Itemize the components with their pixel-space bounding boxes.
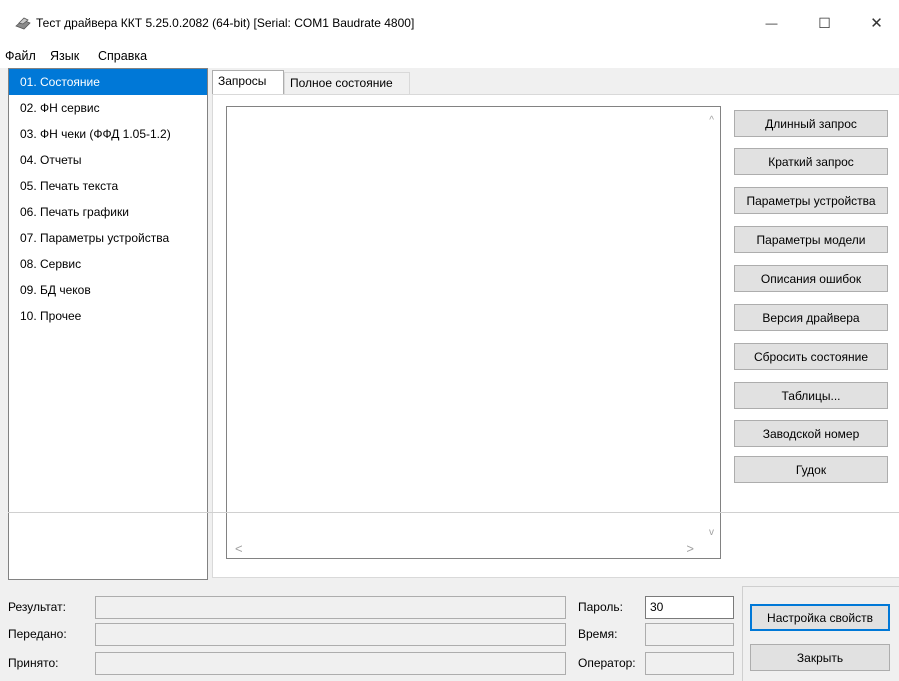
tables-label: Таблицы... [781,388,841,403]
result-label: Результат: [8,600,66,614]
model-params-label: Параметры модели [756,232,866,247]
long-request-label: Длинный запрос [765,116,857,131]
maximize-button[interactable]: ☐ [802,0,847,46]
sidebar-item-fn-receipts[interactable]: 03. ФН чеки (ФФД 1.05-1.2) [9,121,207,147]
reset-state-button[interactable]: Сбросить состояние [734,343,888,370]
window-title: Тест драйвера ККТ 5.25.0.2082 (64-bit) [… [36,16,415,30]
serial-number-label: Заводской номер [762,426,860,441]
sidebar-item-receipts-db[interactable]: 09. БД чеков [9,277,207,303]
application-icon[interactable] [15,17,32,30]
menu-help[interactable]: Справка [98,49,147,63]
error-descriptions-button[interactable]: Описания ошибок [734,265,888,292]
short-request-button[interactable]: Краткий запрос [734,148,888,175]
operator-label: Оператор: [578,656,636,670]
properties-label: Настройка свойств [767,610,873,625]
beep-label: Гудок [795,462,827,477]
sidebar-item-status[interactable]: 01. Состояние [9,69,207,95]
password-label: Пароль: [578,600,623,614]
reset-state-label: Сбросить состояние [753,349,869,364]
close-window-button[interactable]: ✕ [854,0,899,46]
tables-button[interactable]: Таблицы... [734,382,888,409]
sidebar-item-print-graphics[interactable]: 06. Печать графики [9,199,207,225]
output-textarea[interactable]: ^ v < > [226,106,721,559]
received-field [95,652,566,675]
close-icon: ✕ [870,15,883,32]
sent-field [95,623,566,646]
sidebar-item-reports[interactable]: 04. Отчеты [9,147,207,173]
minimize-icon: — [765,16,778,30]
time-label: Время: [578,627,618,641]
beep-button[interactable]: Гудок [734,456,888,483]
error-descriptions-label: Описания ошибок [760,271,862,286]
result-field [95,596,566,619]
tab-full-status[interactable]: Полное состояние [284,72,410,94]
menu-file[interactable]: Файл [5,49,36,63]
model-params-button[interactable]: Параметры модели [734,226,888,253]
title-bar: Тест драйвера ККТ 5.25.0.2082 (64-bit) [… [0,0,899,46]
serial-number-button[interactable]: Заводской номер [734,420,888,447]
menu-bar: Файл Язык Справка [0,46,899,68]
sent-label: Передано: [8,627,67,641]
close-label: Закрыть [796,650,844,665]
scroll-up-icon[interactable]: ^ [709,115,714,126]
menu-language[interactable]: Язык [50,49,79,63]
section-list[interactable]: 01. Состояние 02. ФН сервис 03. ФН чеки … [8,68,208,580]
driver-version-label: Версия драйвера [762,310,860,325]
device-params-button[interactable]: Параметры устройства [734,187,888,214]
driver-version-button[interactable]: Версия драйвера [734,304,888,331]
long-request-button[interactable]: Длинный запрос [734,110,888,137]
received-label: Принято: [8,656,59,670]
password-value: 30 [650,600,664,614]
minimize-button[interactable]: — [749,0,794,46]
sidebar-item-fn-service[interactable]: 02. ФН сервис [9,95,207,121]
sidebar-item-device-params[interactable]: 07. Параметры устройства [9,225,207,251]
time-field [645,623,734,646]
sidebar-item-other[interactable]: 10. Прочее [9,303,207,329]
tab-requests[interactable]: Запросы [212,70,284,94]
short-request-label: Краткий запрос [768,154,854,169]
properties-button[interactable]: Настройка свойств [750,604,890,631]
close-button[interactable]: Закрыть [750,644,890,671]
maximize-icon: ☐ [818,14,831,31]
password-input[interactable]: 30 [645,596,734,619]
device-params-label: Параметры устройства [746,193,876,208]
operator-field [645,652,734,675]
sidebar-item-print-text[interactable]: 05. Печать текста [9,173,207,199]
sidebar-item-service[interactable]: 08. Сервис [9,251,207,277]
